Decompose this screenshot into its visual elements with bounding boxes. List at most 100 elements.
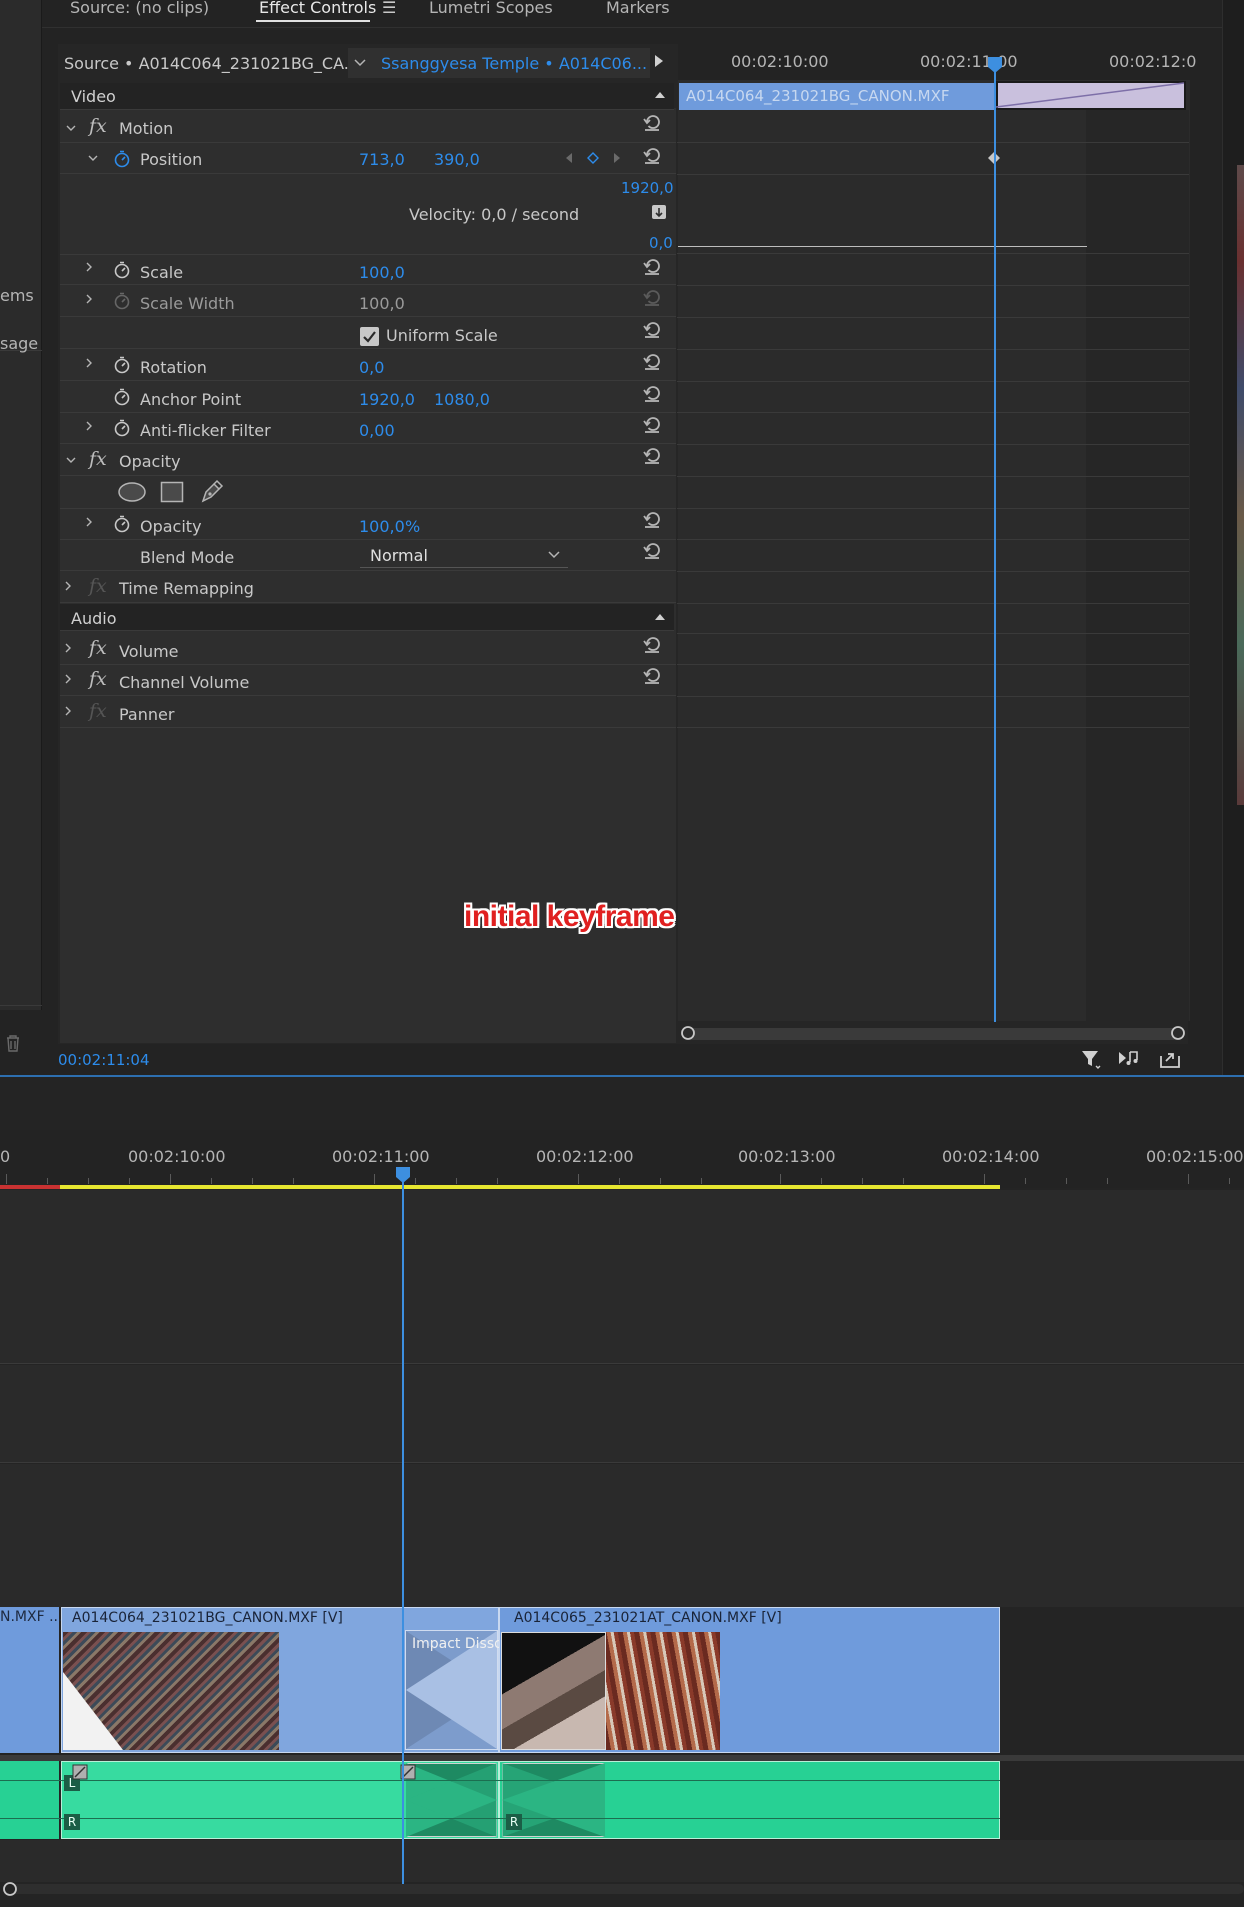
ruler-tick-mark [1025,1178,1026,1184]
chevron-right-icon[interactable] [63,643,73,653]
chevron-down-icon[interactable] [88,153,98,163]
stopwatch-icon[interactable] [113,356,131,374]
reset-icon[interactable] [642,384,662,404]
stopwatch-icon[interactable] [113,419,131,437]
next-keyframe-icon[interactable] [613,152,621,164]
ruler-tick-mark [293,1178,294,1184]
fx-icon[interactable]: fx [89,448,107,470]
chevron-right-icon[interactable] [63,706,73,716]
graph-toggle-icon[interactable] [651,204,667,220]
reset-icon[interactable] [642,320,662,340]
ruler-tick-mark [660,1178,661,1184]
rotation-value[interactable]: 0,0 [359,358,384,377]
anchor-point-y-value[interactable]: 1080,0 [434,390,490,409]
scale-value[interactable]: 100,0 [359,263,405,282]
grid-line [677,253,1189,254]
ruler-tick-mark [862,1178,863,1184]
anchor-point-x-value[interactable]: 1920,0 [359,390,415,409]
fx-icon[interactable]: fx [89,668,107,690]
work-area-bar[interactable] [60,1185,1000,1189]
chevron-down-icon[interactable] [66,123,76,133]
play-arrow-icon[interactable] [654,54,664,68]
chevron-down-icon[interactable] [354,59,366,67]
stopwatch-icon[interactable] [113,150,131,168]
video-section-header[interactable] [60,83,674,110]
timeline-scrollbar[interactable] [8,1884,1244,1894]
reset-icon[interactable] [642,146,662,166]
panel-menu-icon[interactable]: ☰ [382,0,396,17]
tab-lumetri-scopes[interactable]: Lumetri Scopes [429,0,553,17]
stopwatch-icon[interactable] [113,388,131,406]
position-x-value[interactable]: 713,0 [359,150,405,169]
ruler-tick-mark [1229,1178,1230,1184]
annotation-label: initial keyframe [464,900,675,933]
chevron-down-icon[interactable] [548,551,560,559]
chevron-right-icon[interactable] [84,262,94,272]
grid-line [677,285,1189,286]
scroll-handle[interactable] [2,1881,18,1897]
audio-track-lower [0,1840,1244,1882]
grid-line [677,444,1189,445]
export-icon[interactable] [1158,1048,1182,1070]
chevron-right-icon[interactable] [63,674,73,684]
anti-flicker-label: Anti-flicker Filter [140,421,271,440]
tab-effect-controls-underline [256,20,370,22]
tab-effect-controls[interactable]: Effect Controls [259,0,376,17]
anti-flicker-value[interactable]: 0,00 [359,421,395,440]
reset-icon[interactable] [642,541,662,561]
tab-source[interactable]: Source: (no clips) [70,0,209,17]
reset-icon[interactable] [642,666,662,686]
reset-icon[interactable] [642,257,662,277]
timeline-ruler-tick: 00:02:10:00 [128,1147,226,1166]
zoom-handle-right[interactable] [1170,1025,1186,1041]
trash-icon[interactable] [5,1034,21,1052]
ellipse-mask-icon[interactable] [117,481,147,503]
filter-icon[interactable] [1080,1048,1102,1070]
collapse-up-icon[interactable] [654,91,666,99]
reset-icon[interactable] [642,352,662,372]
prev-keyframe-icon[interactable] [565,152,573,164]
reset-icon[interactable] [642,446,662,466]
pen-mask-icon[interactable] [199,478,225,504]
stopwatch-icon[interactable] [113,515,131,533]
reset-icon[interactable] [642,510,662,530]
project-items-partial: ems [0,286,34,305]
ruler-tick-mark [47,1178,48,1184]
mini-playhead-handle[interactable] [986,56,1004,74]
anchor-point-label: Anchor Point [140,390,242,409]
blend-mode-label: Blend Mode [140,548,235,567]
fx-icon[interactable]: fx [89,637,107,659]
add-keyframe-icon[interactable] [587,152,599,164]
clip2-thumbnail-b [606,1632,720,1750]
chevron-right-icon[interactable] [84,421,94,431]
opacity-value[interactable]: 100,0 [359,517,405,536]
reset-icon[interactable] [642,113,662,133]
audio-section-header[interactable] [60,604,674,631]
keyframe-zoom-scrollbar[interactable] [686,1028,1180,1040]
previous-clip-name: N.MXF ... [0,1609,63,1625]
play-audio-icon[interactable] [1117,1048,1141,1070]
chevron-right-icon[interactable] [84,294,94,304]
collapse-up-icon[interactable] [654,613,666,621]
mini-ruler-tick: 00:02:10:00 [731,52,829,71]
reset-icon[interactable] [642,635,662,655]
chevron-down-icon[interactable] [66,455,76,465]
ruler-tick-mark [415,1178,416,1184]
timeline-playhead-handle[interactable] [394,1166,412,1184]
ruler-tick-mark [578,1174,579,1184]
fx-icon[interactable]: fx [89,115,107,137]
chevron-right-icon[interactable] [84,517,94,527]
audio-waveform-line-l [0,1780,1000,1781]
position-y-value[interactable]: 390,0 [434,150,480,169]
zoom-handle-left[interactable] [680,1025,696,1041]
video-clip-previous[interactable] [0,1607,59,1753]
chevron-right-icon[interactable] [63,581,73,591]
rectangle-mask-icon[interactable] [160,481,184,503]
audio-clip-previous[interactable] [0,1761,59,1839]
tab-markers[interactable]: Markers [606,0,670,17]
position-label: Position [140,150,203,169]
stopwatch-icon[interactable] [113,261,131,279]
reset-icon[interactable] [642,415,662,435]
current-timecode[interactable]: 00:02:11:04 [58,1051,150,1069]
chevron-right-icon[interactable] [84,358,94,368]
